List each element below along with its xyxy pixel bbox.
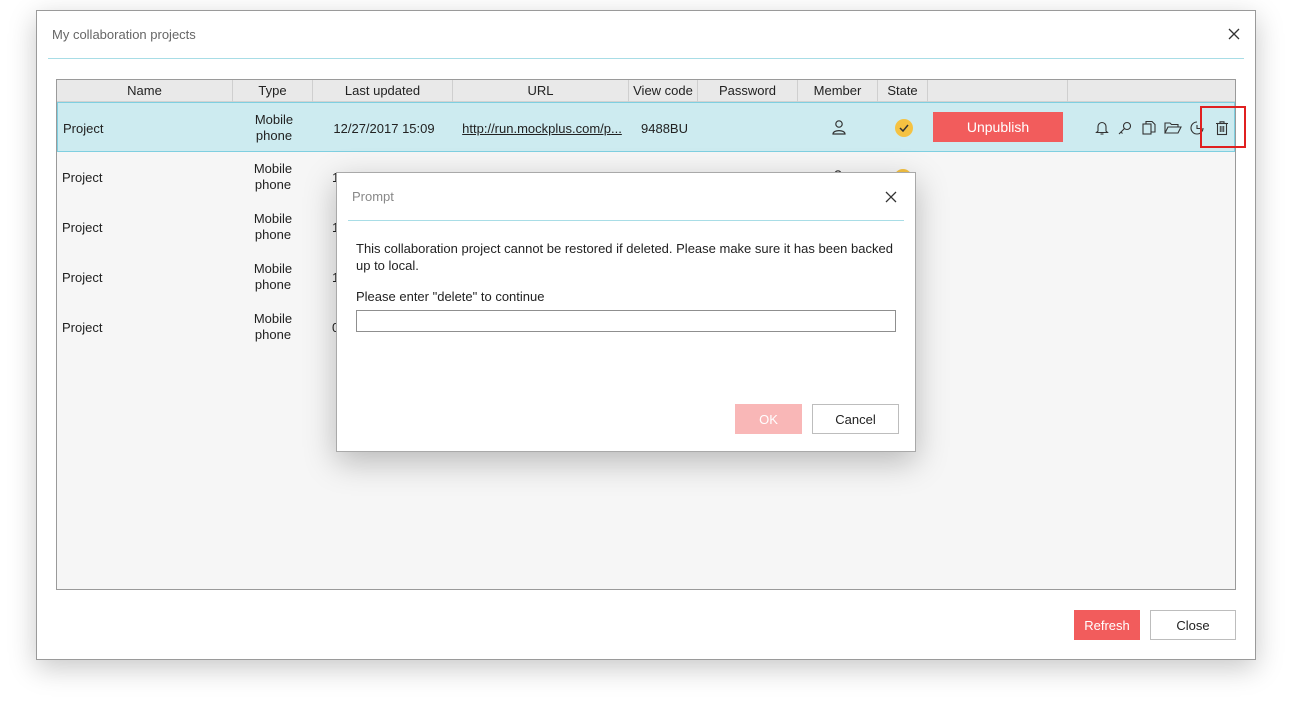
- cancel-button[interactable]: Cancel: [812, 404, 899, 434]
- dialog-divider: [348, 220, 904, 221]
- delete-prompt-label: Please enter "delete" to continue: [356, 289, 545, 304]
- member-icon[interactable]: [831, 119, 847, 138]
- row-type-line1: Mobile: [253, 211, 293, 226]
- row-view-code: 9488BU: [641, 120, 688, 136]
- delete-prompt-dialog: Prompt This collaboration project cannot…: [336, 172, 916, 452]
- column-header-last-updated[interactable]: Last updated: [313, 80, 453, 102]
- row-type-line2: phone: [254, 177, 292, 192]
- dialog-message: This collaboration project cannot be res…: [356, 241, 893, 273]
- key-icon[interactable]: [1116, 119, 1134, 137]
- row-name: Project: [62, 219, 103, 235]
- column-header-url[interactable]: URL: [453, 80, 629, 102]
- row-type: Mobile phone: [233, 152, 313, 202]
- column-header-state[interactable]: State: [878, 80, 928, 102]
- copy-icon[interactable]: [1140, 119, 1158, 137]
- row-name: Project: [62, 169, 103, 185]
- close-button[interactable]: Close: [1150, 610, 1236, 640]
- row-type-line2: phone: [255, 128, 293, 143]
- column-header-actions: [928, 80, 1068, 102]
- row-type-line1: Mobile: [254, 112, 294, 127]
- row-url-cell: http://run.mockplus.com/p...: [454, 103, 630, 153]
- table-header: Name Type Last updated URL View code Pas…: [57, 80, 1235, 102]
- column-header-view-code[interactable]: View code: [629, 80, 698, 102]
- row-type-line2: phone: [254, 227, 292, 242]
- ok-button[interactable]: OK: [735, 404, 802, 434]
- column-header-type[interactable]: Type: [233, 80, 313, 102]
- dialog-title: Prompt: [352, 189, 394, 204]
- column-header-name[interactable]: Name: [57, 80, 233, 102]
- row-type: Mobile phone: [233, 202, 313, 252]
- row-member-cell: [799, 103, 879, 153]
- table-row-selected[interactable]: Project Mobile phone 12/27/2017 15:09 ht…: [57, 102, 1235, 152]
- row-name: Project: [63, 120, 104, 136]
- row-type: Mobile phone: [233, 252, 313, 302]
- column-header-password[interactable]: Password: [698, 80, 798, 102]
- row-type-line1: Mobile: [253, 161, 293, 176]
- title-divider: [48, 58, 1244, 59]
- refresh-button[interactable]: Refresh: [1074, 610, 1140, 640]
- row-state-cell: [879, 103, 929, 153]
- row-password: [699, 103, 799, 153]
- row-type: Mobile phone: [233, 302, 313, 352]
- row-type-line1: Mobile: [253, 311, 293, 326]
- member-icon[interactable]: [828, 152, 848, 174]
- window-title: My collaboration projects: [52, 27, 196, 42]
- delete-highlight-box: [1200, 106, 1246, 148]
- row-type-line2: phone: [254, 327, 292, 342]
- row-type-line1: Mobile: [253, 261, 293, 276]
- row-last-updated: 12/27/2017 15:09: [333, 120, 435, 136]
- window-close-icon[interactable]: [1227, 27, 1241, 41]
- state-check-icon: [893, 152, 913, 174]
- row-type-line2: phone: [254, 277, 292, 292]
- dialog-close-icon[interactable]: [885, 191, 897, 203]
- column-header-member[interactable]: Member: [798, 80, 878, 102]
- bell-icon[interactable]: [1093, 119, 1111, 137]
- row-type: Mobile phone: [234, 103, 314, 153]
- unpublish-button[interactable]: Unpublish: [933, 112, 1063, 142]
- row-name: Project: [62, 269, 103, 285]
- folder-open-icon[interactable]: [1164, 119, 1182, 137]
- row-name: Project: [62, 319, 103, 335]
- state-check-icon: [895, 119, 913, 137]
- row-url-link[interactable]: http://run.mockplus.com/p...: [462, 121, 622, 136]
- delete-confirm-input[interactable]: [356, 310, 896, 332]
